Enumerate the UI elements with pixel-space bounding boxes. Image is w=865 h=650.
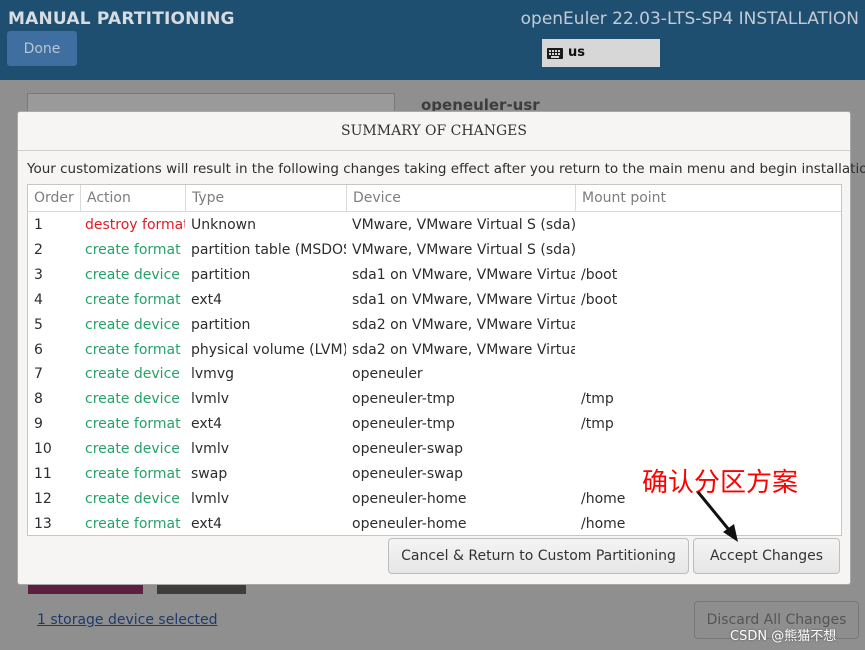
keyboard-layout-indicator[interactable]: us bbox=[542, 39, 660, 67]
cell-action: create format bbox=[85, 416, 181, 433]
cell-device: VMware, VMware Virtual S (sda) bbox=[352, 241, 575, 258]
cell-order: 6 bbox=[34, 341, 43, 358]
table-row[interactable]: 5 create device partition sda2 on VMware, V… bbox=[28, 313, 841, 338]
cell-device: sda2 on VMware, VMware Virtual S bbox=[352, 316, 575, 333]
cell-mount-point bbox=[581, 213, 836, 238]
cell-order: 2 bbox=[34, 241, 43, 258]
cell-mount-point bbox=[581, 238, 836, 263]
cell-device: sda1 on VMware, VMware Virtual S bbox=[352, 291, 575, 308]
cell-type: lvmlv bbox=[191, 441, 229, 458]
cell-action: create format bbox=[85, 291, 181, 308]
cell-action: create device bbox=[85, 366, 180, 383]
cell-action: create format bbox=[85, 241, 181, 258]
cell-mount-point bbox=[581, 338, 836, 363]
keyboard-layout-label: us bbox=[568, 45, 585, 60]
table-row[interactable]: 6 create format physical volume (LVM) sda2 … bbox=[28, 338, 841, 363]
cell-type: lvmlv bbox=[191, 490, 229, 507]
cancel-return-button[interactable]: Cancel & Return to Custom Partitioning bbox=[388, 538, 689, 574]
cell-device: openeuler-home bbox=[352, 490, 467, 507]
table-row[interactable]: 1 destroy format Unknown VMware, VMware Vir… bbox=[28, 213, 841, 238]
column-header-mount-point[interactable]: Mount point bbox=[576, 185, 841, 212]
cell-action: create device bbox=[85, 266, 180, 283]
cell-mount-point bbox=[581, 362, 836, 387]
column-header-device[interactable]: Device bbox=[347, 185, 576, 212]
table-row[interactable]: 4 create format ext4 sda1 on VMware, VMware… bbox=[28, 288, 841, 313]
installation-title: openEuler 22.03-LTS-SP4 INSTALLATION bbox=[520, 9, 859, 29]
storage-device-link[interactable]: 1 storage device selected bbox=[37, 612, 218, 628]
cell-order: 1 bbox=[34, 217, 43, 233]
cell-device: openeuler-tmp bbox=[352, 416, 455, 433]
column-header-order[interactable]: Order bbox=[28, 185, 81, 212]
cell-action: create device bbox=[85, 391, 180, 408]
cell-order: 4 bbox=[34, 291, 43, 308]
cell-order: 13 bbox=[34, 515, 52, 532]
done-button[interactable]: Done bbox=[7, 31, 77, 66]
table-row[interactable]: 3 create device partition sda1 on VMware, V… bbox=[28, 263, 841, 288]
dialog-divider bbox=[18, 150, 850, 151]
cell-device: openeuler-swap bbox=[352, 441, 464, 458]
keyboard-icon bbox=[547, 48, 563, 59]
cell-device: sda1 on VMware, VMware Virtual S bbox=[352, 266, 575, 283]
cell-order: 11 bbox=[34, 466, 52, 482]
cell-action: create device bbox=[85, 490, 180, 507]
cell-order: 9 bbox=[34, 416, 43, 433]
cell-order: 5 bbox=[34, 316, 43, 333]
cell-order: 8 bbox=[34, 391, 43, 408]
cell-order: 12 bbox=[34, 490, 52, 507]
cell-device: openeuler-tmp bbox=[352, 391, 455, 408]
cell-mount-point: /tmp bbox=[581, 391, 614, 408]
watermark: CSDN @熊猫不想 bbox=[730, 629, 837, 644]
table-row[interactable]: 8 create device lvmlv openeuler-tmp/tmp bbox=[28, 387, 841, 412]
cell-device: openeuler-home bbox=[352, 515, 467, 532]
cell-mount-point: /boot bbox=[581, 266, 618, 283]
table-row[interactable]: 2 create format partition table (MSDOS) VMw… bbox=[28, 238, 841, 263]
cell-device: openeuler-swap bbox=[352, 466, 464, 482]
cell-mount-point bbox=[581, 437, 836, 462]
cell-order: 7 bbox=[34, 366, 43, 383]
cell-type: physical volume (LVM) bbox=[191, 341, 346, 358]
cell-action: create format bbox=[85, 515, 181, 532]
column-header-type[interactable]: Type bbox=[186, 185, 347, 212]
cell-mount-point: /boot bbox=[581, 291, 618, 308]
dialog-title: SUMMARY OF CHANGES bbox=[341, 123, 527, 139]
column-header-action[interactable]: Action bbox=[81, 185, 186, 212]
cell-type: partition bbox=[191, 266, 251, 283]
cell-device: VMware, VMware Virtual S (sda) bbox=[352, 217, 575, 233]
cell-device: openeuler bbox=[352, 366, 423, 383]
cell-action: destroy format bbox=[85, 217, 185, 233]
dialog-description: Your customizations will result in the f… bbox=[27, 161, 865, 177]
cell-type: ext4 bbox=[191, 515, 223, 532]
cell-type: partition bbox=[191, 316, 251, 333]
cell-type: partition table (MSDOS) bbox=[191, 241, 346, 258]
cell-type: lvmlv bbox=[191, 391, 229, 408]
cell-type: ext4 bbox=[191, 291, 223, 308]
annotation-arrow-icon bbox=[696, 491, 738, 542]
page-title: MANUAL PARTITIONING bbox=[8, 9, 235, 29]
cell-order: 3 bbox=[34, 266, 43, 283]
cell-type: swap bbox=[191, 466, 228, 482]
cell-type: lvmvg bbox=[191, 366, 234, 383]
cell-mount-point bbox=[581, 313, 836, 338]
cell-device: sda2 on VMware, VMware Virtual S bbox=[352, 341, 575, 358]
cell-action: create format bbox=[85, 341, 181, 358]
cell-action: create device bbox=[85, 441, 180, 458]
cell-action: create format bbox=[85, 466, 181, 482]
cell-action: create device bbox=[85, 316, 180, 333]
cell-type: ext4 bbox=[191, 416, 223, 433]
cell-type: Unknown bbox=[191, 217, 256, 233]
table-row[interactable]: 9 create format ext4 openeuler-tmp/tmp bbox=[28, 412, 841, 437]
top-bar: MANUAL PARTITIONING Done openEuler 22.03… bbox=[0, 0, 865, 80]
cell-mount-point: /tmp bbox=[581, 416, 614, 433]
table-row[interactable]: 10 create device lvmlv openeuler-swap bbox=[28, 437, 841, 462]
table-row[interactable]: 7 create device lvmvg openeuler bbox=[28, 362, 841, 387]
cell-order: 10 bbox=[34, 441, 52, 458]
